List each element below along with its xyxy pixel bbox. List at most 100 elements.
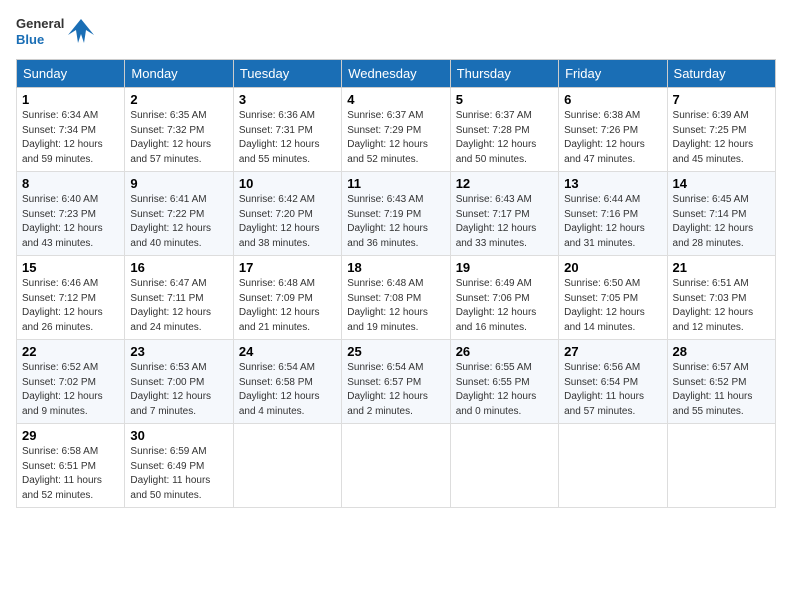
day-info: Sunrise: 6:43 AMSunset: 7:17 PMDaylight:… [456,193,553,251]
day-info: Sunrise: 6:39 AMSunset: 7:25 PMDaylight:… [673,109,770,167]
calendar-cell: 20 Sunrise: 6:50 AMSunset: 7:05 PMDayligh… [559,256,667,340]
calendar-cell: 19 Sunrise: 6:49 AMSunset: 7:06 PMDayligh… [450,256,558,340]
day-number: 18 [347,260,444,275]
calendar-cell: 9 Sunrise: 6:41 AMSunset: 7:22 PMDaylight… [125,172,233,256]
day-info: Sunrise: 6:59 AMSunset: 6:49 PMDaylight:… [130,445,227,503]
day-number: 24 [239,344,336,359]
day-number: 4 [347,92,444,107]
day-info: Sunrise: 6:37 AMSunset: 7:28 PMDaylight:… [456,109,553,167]
logo-text-block: General Blue [16,16,64,47]
day-number: 10 [239,176,336,191]
day-number: 22 [22,344,119,359]
day-number: 19 [456,260,553,275]
calendar-cell: 7 Sunrise: 6:39 AMSunset: 7:25 PMDaylight… [667,88,775,172]
day-info: Sunrise: 6:38 AMSunset: 7:26 PMDaylight:… [564,109,661,167]
calendar-cell: 30 Sunrise: 6:59 AMSunset: 6:49 PMDayligh… [125,424,233,508]
day-info: Sunrise: 6:47 AMSunset: 7:11 PMDaylight:… [130,277,227,335]
day-number: 20 [564,260,661,275]
day-info: Sunrise: 6:57 AMSunset: 6:52 PMDaylight:… [673,361,770,419]
week-row-2: 8Sunrise: 6:40 AMSunset: 7:23 PMDaylight… [17,172,776,256]
day-info: Sunrise: 6:51 AMSunset: 7:03 PMDaylight:… [673,277,770,335]
calendar-cell: 5 Sunrise: 6:37 AMSunset: 7:28 PMDaylight… [450,88,558,172]
day-number: 23 [130,344,227,359]
day-info: Sunrise: 6:37 AMSunset: 7:29 PMDaylight:… [347,109,444,167]
day-number: 7 [673,92,770,107]
day-info: Sunrise: 6:44 AMSunset: 7:16 PMDaylight:… [564,193,661,251]
day-number: 15 [22,260,119,275]
day-number: 2 [130,92,227,107]
calendar-cell: 22 Sunrise: 6:52 AMSunset: 7:02 PMDayligh… [17,340,125,424]
logo-bird-icon [66,17,96,47]
col-header-friday: Friday [559,60,667,88]
week-row-5: 29 Sunrise: 6:58 AMSunset: 6:51 PMDayligh… [17,424,776,508]
logo-line2: Blue [16,32,64,48]
calendar-cell: 15 Sunrise: 6:46 AMSunset: 7:12 PMDayligh… [17,256,125,340]
day-number: 29 [22,428,119,443]
day-number: 28 [673,344,770,359]
day-info: Sunrise: 6:43 AMSunset: 7:19 PMDaylight:… [347,193,444,251]
page-header: General Blue [16,16,776,47]
day-number: 21 [673,260,770,275]
col-header-saturday: Saturday [667,60,775,88]
day-info: Sunrise: 6:41 AMSunset: 7:22 PMDaylight:… [130,193,227,251]
calendar-cell: 27Sunrise: 6:56 AMSunset: 6:54 PMDayligh… [559,340,667,424]
day-info: Sunrise: 6:55 AMSunset: 6:55 PMDaylight:… [456,361,553,419]
week-row-4: 22 Sunrise: 6:52 AMSunset: 7:02 PMDayligh… [17,340,776,424]
day-info: Sunrise: 6:40 AMSunset: 7:23 PMDaylight:… [22,193,119,251]
day-info: Sunrise: 6:48 AMSunset: 7:08 PMDaylight:… [347,277,444,335]
calendar-cell: 18 Sunrise: 6:48 AMSunset: 7:08 PMDayligh… [342,256,450,340]
calendar-cell [559,424,667,508]
day-info: Sunrise: 6:49 AMSunset: 7:06 PMDaylight:… [456,277,553,335]
calendar-cell: 4 Sunrise: 6:37 AMSunset: 7:29 PMDaylight… [342,88,450,172]
col-header-thursday: Thursday [450,60,558,88]
day-number: 30 [130,428,227,443]
calendar-cell: 1 Sunrise: 6:34 AMSunset: 7:34 PMDaylight… [17,88,125,172]
calendar-cell: 13 Sunrise: 6:44 AMSunset: 7:16 PMDayligh… [559,172,667,256]
calendar-cell [450,424,558,508]
calendar-cell [233,424,341,508]
calendar-table: SundayMondayTuesdayWednesdayThursdayFrid… [16,59,776,508]
day-info: Sunrise: 6:42 AMSunset: 7:20 PMDaylight:… [239,193,336,251]
col-header-tuesday: Tuesday [233,60,341,88]
day-info: Sunrise: 6:50 AMSunset: 7:05 PMDaylight:… [564,277,661,335]
calendar-cell: 12 Sunrise: 6:43 AMSunset: 7:17 PMDayligh… [450,172,558,256]
calendar-cell: 23 Sunrise: 6:53 AMSunset: 7:00 PMDayligh… [125,340,233,424]
col-header-sunday: Sunday [17,60,125,88]
day-number: 6 [564,92,661,107]
logo-line1: General [16,16,64,32]
day-number: 1 [22,92,119,107]
calendar-cell: 21 Sunrise: 6:51 AMSunset: 7:03 PMDayligh… [667,256,775,340]
day-info: Sunrise: 6:34 AMSunset: 7:34 PMDaylight:… [22,109,119,167]
day-number: 14 [673,176,770,191]
day-number: 26 [456,344,553,359]
day-info: Sunrise: 6:46 AMSunset: 7:12 PMDaylight:… [22,277,119,335]
calendar-cell: 2Sunrise: 6:35 AMSunset: 7:32 PMDaylight… [125,88,233,172]
day-info: Sunrise: 6:52 AMSunset: 7:02 PMDaylight:… [22,361,119,419]
day-number: 25 [347,344,444,359]
calendar-cell: 6 Sunrise: 6:38 AMSunset: 7:26 PMDaylight… [559,88,667,172]
calendar-cell: 16 Sunrise: 6:47 AMSunset: 7:11 PMDayligh… [125,256,233,340]
col-header-wednesday: Wednesday [342,60,450,88]
day-info: Sunrise: 6:53 AMSunset: 7:00 PMDaylight:… [130,361,227,419]
day-number: 13 [564,176,661,191]
day-number: 11 [347,176,444,191]
day-number: 17 [239,260,336,275]
week-row-3: 15 Sunrise: 6:46 AMSunset: 7:12 PMDayligh… [17,256,776,340]
logo-container: General Blue [16,16,96,47]
calendar-cell: 25 Sunrise: 6:54 AMSunset: 6:57 PMDayligh… [342,340,450,424]
calendar-cell: 14 Sunrise: 6:45 AMSunset: 7:14 PMDayligh… [667,172,775,256]
day-number: 5 [456,92,553,107]
day-number: 9 [130,176,227,191]
day-number: 16 [130,260,227,275]
day-number: 3 [239,92,336,107]
calendar-cell: 26 Sunrise: 6:55 AMSunset: 6:55 PMDayligh… [450,340,558,424]
calendar-cell [667,424,775,508]
day-number: 12 [456,176,553,191]
calendar-cell [342,424,450,508]
week-row-1: 1 Sunrise: 6:34 AMSunset: 7:34 PMDaylight… [17,88,776,172]
calendar-cell: 24Sunrise: 6:54 AMSunset: 6:58 PMDayligh… [233,340,341,424]
day-info: Sunrise: 6:54 AMSunset: 6:57 PMDaylight:… [347,361,444,419]
day-info: Sunrise: 6:45 AMSunset: 7:14 PMDaylight:… [673,193,770,251]
calendar-cell: 17Sunrise: 6:48 AMSunset: 7:09 PMDayligh… [233,256,341,340]
day-info: Sunrise: 6:58 AMSunset: 6:51 PMDaylight:… [22,445,119,503]
